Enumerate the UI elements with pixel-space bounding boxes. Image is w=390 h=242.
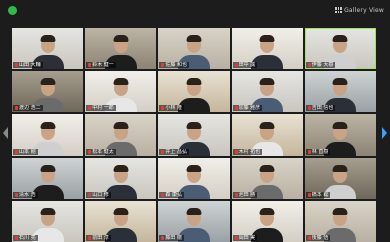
- grid-view-icon: [335, 7, 343, 13]
- participant-video-tile[interactable]: 中村 一郎: [85, 71, 157, 113]
- participant-name: 石川 亮: [13, 235, 38, 241]
- participant-video-tile[interactable]: 清水 浩: [12, 157, 84, 199]
- participant-video-tile[interactable]: 藤田 徹: [158, 200, 230, 242]
- view-label: Gallery View: [344, 6, 384, 14]
- muted-mic-icon: [307, 236, 311, 240]
- participant-name: 林 直樹: [305, 148, 331, 155]
- participant-name: 井上 昌弘: [159, 148, 189, 155]
- gallery-view-button[interactable]: Gallery View: [335, 4, 384, 16]
- participant-name: 中村 一郎: [86, 105, 116, 112]
- participant-video-tile[interactable]: 池田 勝: [231, 157, 303, 199]
- participant-video-tile[interactable]: 前田 淳: [85, 200, 157, 242]
- participant-video-tile[interactable]: 山本 剛: [12, 114, 84, 156]
- participant-video-tile[interactable]: 井上 昌弘: [158, 114, 230, 156]
- participant-name: 山口 修: [86, 191, 111, 198]
- participant-video-tile[interactable]: 小林 隆: [158, 71, 230, 113]
- previous-page-button[interactable]: [2, 126, 9, 140]
- participant-name: 佐藤 和也: [159, 62, 189, 69]
- muted-mic-icon: [307, 192, 311, 197]
- participant-video-tile[interactable]: 森 康弘: [158, 157, 230, 199]
- participant-name: 後藤 悟: [305, 235, 331, 241]
- muted-mic-icon: [161, 149, 165, 154]
- participant-name: 前田 淳: [86, 235, 111, 241]
- muted-mic-icon: [15, 149, 18, 154]
- muted-mic-icon: [88, 192, 92, 197]
- muted-mic-icon: [161, 236, 165, 240]
- participant-name: 渡辺 浩二: [13, 105, 43, 112]
- participant-video-tile[interactable]: 佐藤 和也: [158, 28, 230, 70]
- participant-video-tile-active-speaker[interactable]: 伊藤 大樹: [304, 28, 376, 70]
- top-bar: Gallery View: [0, 0, 390, 22]
- participant-name: 木村 拓也: [232, 148, 263, 155]
- participant-name: 橋本 聡: [305, 191, 331, 198]
- participant-name: 森 康弘: [159, 191, 184, 198]
- participant-name: 松本 健太: [86, 148, 116, 155]
- muted-mic-icon: [234, 63, 238, 68]
- video-gallery: 山田 大輔 鈴木 健一 佐藤 和也 田中 誠 伊藤 大樹 渡辺 浩二 中村 一郎…: [12, 28, 376, 242]
- participant-name: 山田 大輔: [13, 62, 43, 69]
- muted-mic-icon: [88, 236, 92, 240]
- participant-video-tile[interactable]: 林 直樹: [304, 114, 376, 156]
- muted-mic-icon: [88, 106, 92, 111]
- participant-video-tile[interactable]: 石川 亮: [12, 200, 84, 242]
- participant-name: 田中 誠: [232, 62, 258, 69]
- participant-video-tile[interactable]: 鈴木 健一: [85, 28, 157, 70]
- participant-video-tile[interactable]: 山田 大輔: [12, 28, 84, 70]
- participant-name: 藤田 徹: [159, 235, 184, 241]
- participant-video-tile[interactable]: 後藤 悟: [304, 200, 376, 242]
- muted-mic-icon: [15, 236, 18, 240]
- muted-mic-icon: [15, 106, 18, 111]
- security-shield-icon[interactable]: [8, 6, 17, 15]
- muted-mic-icon: [234, 192, 238, 197]
- participant-video-tile[interactable]: 橋本 聡: [304, 157, 376, 199]
- participant-name: 伊藤 大樹: [305, 62, 336, 69]
- participant-video-tile[interactable]: 岡田 実: [231, 200, 303, 242]
- muted-mic-icon: [161, 63, 165, 68]
- participant-name: 山本 剛: [13, 148, 38, 155]
- muted-mic-icon: [88, 63, 92, 68]
- muted-mic-icon: [15, 192, 18, 197]
- participant-video-tile[interactable]: 加藤 雅彦: [231, 71, 303, 113]
- participant-name: 岡田 実: [232, 235, 258, 241]
- participant-name: 清水 浩: [13, 191, 38, 198]
- muted-mic-icon: [161, 106, 165, 111]
- participant-video-tile[interactable]: 田中 誠: [231, 28, 303, 70]
- muted-mic-icon: [234, 106, 238, 111]
- muted-mic-icon: [307, 106, 311, 111]
- participant-name: 鈴木 健一: [86, 62, 116, 69]
- chevron-right-icon: [382, 127, 387, 139]
- participant-video-tile[interactable]: 吉田 信也: [304, 71, 376, 113]
- muted-mic-icon: [88, 149, 92, 154]
- participant-video-tile[interactable]: 木村 拓也: [231, 114, 303, 156]
- next-page-button[interactable]: [381, 126, 388, 140]
- participant-name: 小林 隆: [159, 105, 184, 112]
- muted-mic-icon: [15, 63, 18, 68]
- chevron-left-icon: [3, 127, 8, 139]
- muted-mic-icon: [234, 149, 238, 154]
- participant-name: 池田 勝: [232, 191, 258, 198]
- participant-video-tile[interactable]: 山口 修: [85, 157, 157, 199]
- participant-video-tile[interactable]: 渡辺 浩二: [12, 71, 84, 113]
- muted-mic-icon: [234, 236, 238, 240]
- muted-mic-icon: [307, 149, 311, 154]
- participant-name: 吉田 信也: [305, 105, 336, 112]
- participant-name: 加藤 雅彦: [232, 105, 263, 112]
- muted-mic-icon: [161, 192, 165, 197]
- participant-video-tile[interactable]: 松本 健太: [85, 114, 157, 156]
- muted-mic-icon: [307, 63, 311, 68]
